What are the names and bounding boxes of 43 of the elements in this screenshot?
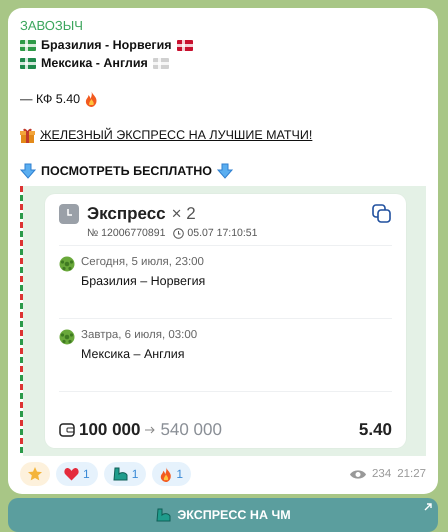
match-text: Мексика - Англия (41, 56, 148, 70)
clock-icon (173, 228, 184, 238)
football-icon (59, 329, 75, 345)
bet-number: № 12006770891 (87, 227, 166, 239)
football-icon (59, 256, 75, 272)
author-name: ЗАВОЗЫЧ (20, 18, 84, 33)
cta-text: ПОСМОТРЕТЬ БЕСПЛАТНО (41, 164, 212, 178)
flag-icon (176, 40, 193, 50)
clock-icon (59, 204, 79, 224)
multiplier-text: × 2 (172, 204, 196, 224)
bet-timestamp: 05.07 17:10:51 (187, 227, 258, 239)
event-teams: Мексика – Англия (81, 347, 186, 361)
external-arrow-icon (424, 503, 432, 511)
total-odds: 5.40 (358, 420, 392, 440)
event-date: Сегодня, 5 июля, 23:00 (81, 256, 205, 268)
right-arrow-icon (144, 425, 156, 435)
star-icon (28, 467, 42, 481)
odds-text: — КФ 5.40 (20, 92, 80, 106)
flag-icon (152, 58, 169, 68)
inline-button[interactable]: ЭКСПРЕСС НА ЧМ (8, 498, 438, 532)
wallet-icon (59, 422, 75, 438)
gift-icon (20, 127, 35, 143)
payout-amount: 540 000 (160, 420, 222, 440)
reaction-chip[interactable]: 1 (104, 462, 146, 486)
down-arrow-icon (217, 163, 234, 179)
eye-icon (350, 468, 366, 480)
card-title: Экспресс (87, 204, 166, 224)
message-time: 21:27 (397, 468, 426, 480)
reaction-chip[interactable]: 1 (152, 462, 192, 486)
flag-icon (20, 40, 36, 50)
event-teams: Бразилия – Норвегия (81, 274, 206, 288)
flag-icon (20, 58, 36, 68)
stake-amount: 100 000 (79, 420, 140, 440)
down-arrow-icon (20, 163, 36, 179)
reaction-chip[interactable]: 1 (56, 462, 98, 486)
view-count: 234 (372, 468, 392, 480)
fire-icon (160, 466, 172, 482)
copy-icon[interactable] (372, 204, 392, 224)
promo-link[interactable]: ЖЕЛЕЗНЫЙ ЭКСПРЕСС НА ЛУЧШИЕ МАТЧИ! (40, 128, 312, 142)
heart-icon (64, 467, 79, 481)
match-text: Бразилия - Норвегия (41, 38, 172, 52)
fire-icon (85, 91, 98, 107)
event-date: Завтра, 6 июля, 03:00 (81, 329, 198, 341)
